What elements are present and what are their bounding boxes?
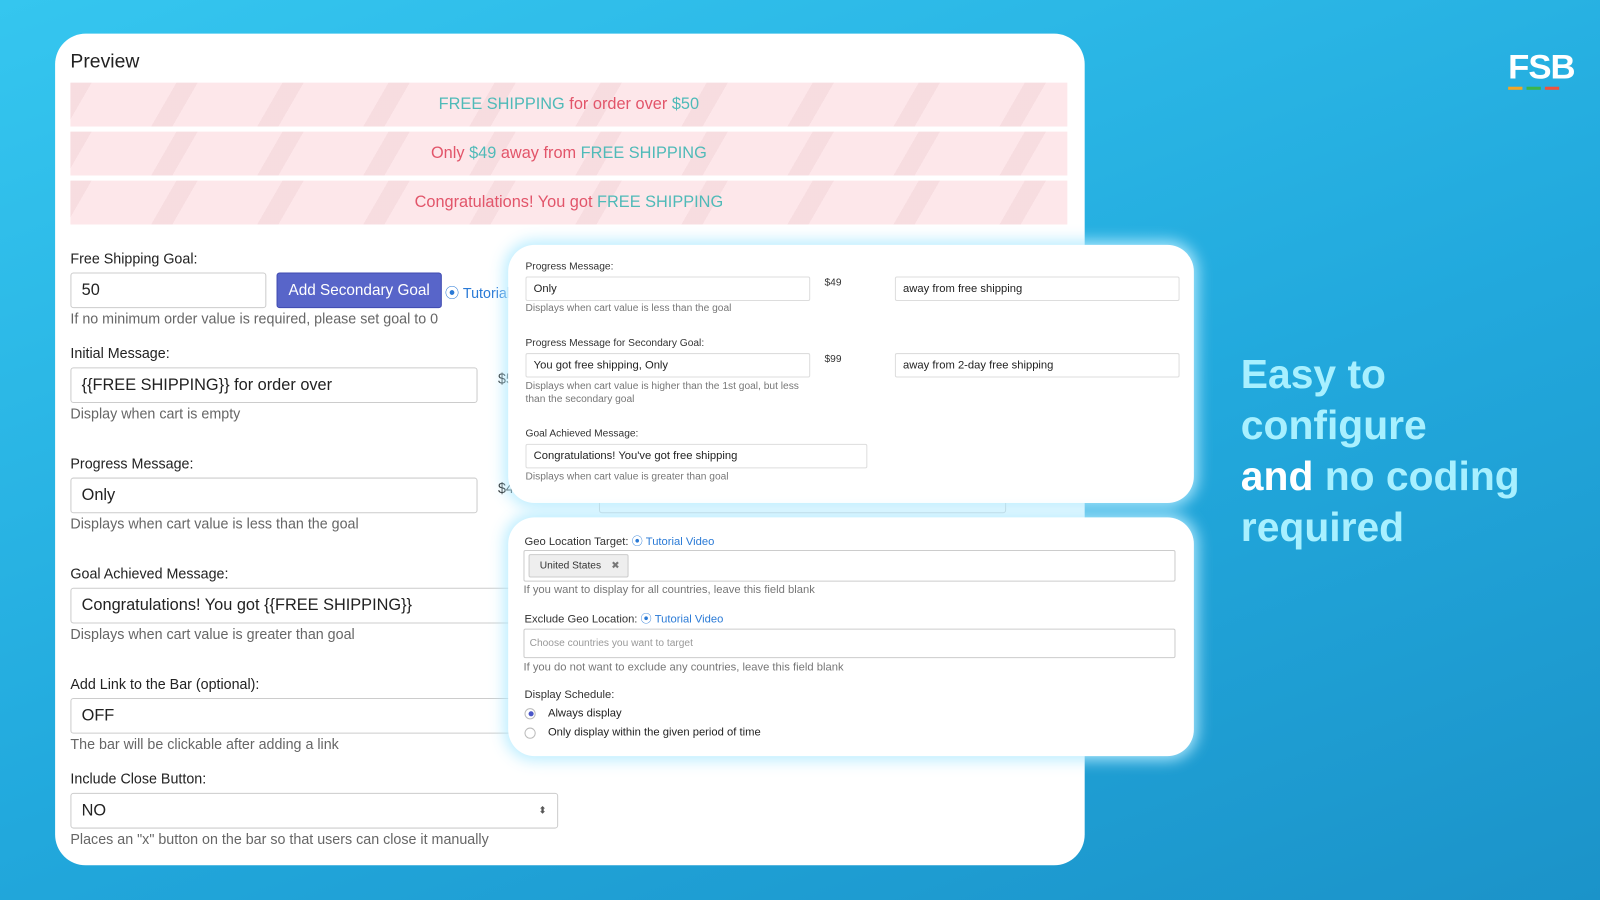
bar-text-part: FREE SHIPPING [597,193,724,211]
card-achieved-label: Goal Achieved Message: [525,428,639,440]
play-circle-icon: ⦿ [640,613,652,626]
card-secondary-amount: $99 [824,354,842,366]
goal-help: If no minimum order value is required, p… [70,310,439,327]
schedule-option-period[interactable]: Only display within the given period of … [524,727,761,739]
bar-text-part: for order over [564,95,672,113]
bar-text-part: $50 [671,95,700,113]
close-button-label: Include Close Button: [70,770,207,787]
radio-unselected[interactable] [524,727,536,739]
initial-message-help: Display when cart is empty [70,405,241,422]
exclude-tutorial-link[interactable]: ⦿ Tutorial Video [641,613,724,625]
card-achieved-input[interactable]: Congratulations! You've got free shippin… [525,443,868,469]
initial-message-input[interactable]: {{FREE SHIPPING}} for order over [70,367,478,404]
preview-bar-initial: FREE SHIPPING for order over $50 [70,82,1068,127]
goal-input[interactable]: 50 [70,272,267,309]
country-tag: United States ✖ [528,554,630,578]
stripe-green [1526,86,1541,90]
card-secondary-input[interactable]: You got free shipping, Only [525,353,811,378]
goal-label: Free Shipping Goal: [70,249,198,267]
play-circle-icon: ⦿ [444,284,460,302]
card-progress-label: Progress Message: [525,261,614,273]
preview-bar-progress: Only $49 away from FREE SHIPPING [70,131,1068,176]
bar-text-part: away from [496,144,581,162]
preview-bar-achieved: Congratulations! You got FREE SHIPPING [70,180,1068,225]
exclude-help: If you do not want to exclude any countr… [523,661,844,674]
preview-title: Preview [70,51,140,73]
bar-text-part: FREE SHIPPING [580,144,707,162]
geo-label-row: Geo Location Target: ⦿ Tutorial Video [524,535,715,548]
select-arrows-icon: ⬍ [538,805,547,817]
geo-help: If you want to display for all countries… [523,583,815,596]
exclude-geo-input[interactable]: Choose countries you want to target [523,628,1176,659]
achieved-message-label: Goal Achieved Message: [70,565,229,582]
close-button-help: Places an "x" button on the bar so that … [70,830,489,847]
progress-message-input[interactable]: Only [70,477,478,514]
play-circle-icon: ⦿ [631,535,643,548]
schedule-option-always[interactable]: Always display [524,707,622,719]
card-secondary-label: Progress Message for Secondary Goal: [525,337,705,349]
card-progress-suffix-input[interactable]: away from free shipping [894,276,1180,302]
bar-text-part: FREE SHIPPING [438,95,565,113]
stripe-orange [1508,86,1523,90]
exclude-label-row: Exclude Geo Location: ⦿ Tutorial Video [524,613,724,626]
geo-card: Geo Location Target: ⦿ Tutorial Video Un… [508,517,1194,757]
card-progress-input[interactable]: Only [525,276,811,302]
geo-target-input[interactable]: United States ✖ [523,549,1176,582]
achieved-message-help: Displays when cart value is greater than… [70,625,355,642]
link-help: The bar will be clickable after adding a… [70,735,339,753]
close-button-select[interactable]: NO ⬍ [70,792,559,829]
link-select[interactable]: OFF [70,697,559,734]
progress-message-help: Displays when cart value is less than th… [70,515,359,532]
remove-tag-icon[interactable]: ✖ [611,560,620,571]
logo-stripes [1508,86,1574,90]
initial-message-label: Initial Message: [70,344,170,362]
card-achieved-help: Displays when cart value is greater than… [525,471,729,483]
geo-tutorial-link[interactable]: ⦿ Tutorial Video [632,536,715,548]
stripe-red [1544,86,1560,90]
card-secondary-help: Displays when cart value is higher than … [525,380,799,406]
card-secondary-suffix-input[interactable]: away from 2-day free shipping [894,353,1180,378]
headline: Easy to configure and no coding required [1240,352,1520,550]
fsb-logo: FSB [1508,49,1575,90]
messages-card: Progress Message: Only $49 away from fre… [508,244,1194,504]
bar-text-part: $49 [469,144,497,162]
link-label: Add Link to the Bar (optional): [70,675,260,692]
radio-selected[interactable] [524,707,536,719]
bar-text-part: Congratulations! You got [414,193,598,211]
achieved-message-input[interactable]: Congratulations! You got {{FREE SHIPPING… [70,587,559,624]
schedule-label: Display Schedule: [524,688,615,702]
card-progress-help: Displays when cart value is less than th… [525,303,732,315]
add-secondary-goal-button[interactable]: Add Secondary Goal [276,272,442,309]
card-progress-amount: $49 [824,277,842,289]
progress-message-label: Progress Message: [70,455,194,472]
bar-text-part: Only [430,144,470,162]
